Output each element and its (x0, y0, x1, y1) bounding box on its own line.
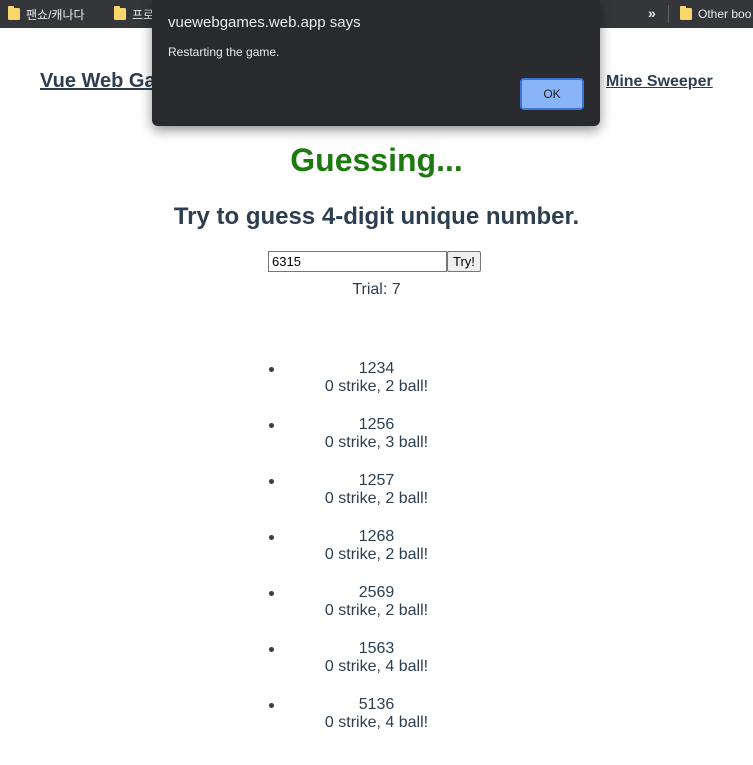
guess-result: 0 strike, 4 ball! (324, 714, 429, 731)
guess-number: 1257 (358, 472, 395, 489)
guess-result: 0 strike, 2 ball! (324, 378, 429, 395)
guess-form: Try! (268, 251, 481, 272)
guess-result: 0 strike, 3 ball! (324, 434, 429, 451)
list-item: 1234 0 strike, 2 ball! (0, 360, 753, 416)
game-status-title: Guessing... (290, 142, 463, 178)
bookmark-label: 프로 (132, 7, 155, 22)
alert-dialog: vuewebgames.web.app says Restarting the … (152, 0, 600, 126)
guess-number: 1563 (358, 640, 395, 657)
nav-mine-sweeper-link[interactable]: Mine Sweeper (606, 73, 713, 91)
dialog-message: Restarting the game. (168, 45, 280, 59)
more-bookmarks-icon[interactable]: » (648, 0, 656, 28)
bullet-icon (269, 423, 274, 428)
list-item: 1268 0 strike, 2 ball! (0, 528, 753, 584)
other-bookmarks-label: Other boo (698, 7, 752, 21)
game-instructions: Try to guess 4-digit unique number. (173, 203, 580, 230)
list-item: 1563 0 strike, 4 ball! (0, 640, 753, 696)
list-item: 5136 0 strike, 4 ball! (0, 696, 753, 752)
guess-history-list: 1234 0 strike, 2 ball! 1256 0 strike, 3 … (0, 360, 753, 752)
ok-button[interactable]: OK (520, 78, 584, 110)
bullet-icon (269, 479, 274, 484)
bookmark-label: 팬쇼/캐나다 (26, 7, 85, 22)
list-item: 1256 0 strike, 3 ball! (0, 416, 753, 472)
guess-number: 2569 (358, 584, 395, 601)
bookmarks-divider (668, 5, 669, 23)
bullet-icon (269, 703, 274, 708)
list-item: 1257 0 strike, 2 ball! (0, 472, 753, 528)
nav-home-link[interactable]: Vue Web Ga (40, 70, 156, 93)
guess-result: 0 strike, 4 ball! (324, 658, 429, 675)
bullet-icon (269, 647, 274, 652)
guess-input[interactable] (268, 251, 447, 272)
list-item: 2569 0 strike, 2 ball! (0, 584, 753, 640)
bookmark-item[interactable]: 프로 (114, 0, 154, 28)
guess-number: 5136 (358, 696, 395, 713)
folder-icon (8, 6, 20, 20)
trial-counter: Trial: 7 (0, 281, 753, 299)
guess-number: 1268 (358, 528, 395, 545)
guess-number: 1234 (358, 360, 395, 377)
folder-icon (114, 6, 126, 20)
guess-number: 1256 (358, 416, 395, 433)
bookmark-item[interactable]: 팬쇼/캐나다 (8, 0, 85, 28)
bullet-icon (269, 591, 274, 596)
guess-result: 0 strike, 2 ball! (324, 602, 429, 619)
trial-label: Trial: (352, 281, 388, 298)
guess-result: 0 strike, 2 ball! (324, 490, 429, 507)
trial-value: 7 (391, 281, 401, 298)
bullet-icon (269, 367, 274, 372)
guess-result: 0 strike, 2 ball! (324, 546, 429, 563)
other-bookmarks[interactable]: Other boo (680, 0, 751, 28)
try-button[interactable]: Try! (447, 251, 481, 272)
bullet-icon (269, 535, 274, 540)
folder-icon (680, 6, 692, 20)
dialog-title: vuewebgames.web.app says (168, 14, 361, 31)
